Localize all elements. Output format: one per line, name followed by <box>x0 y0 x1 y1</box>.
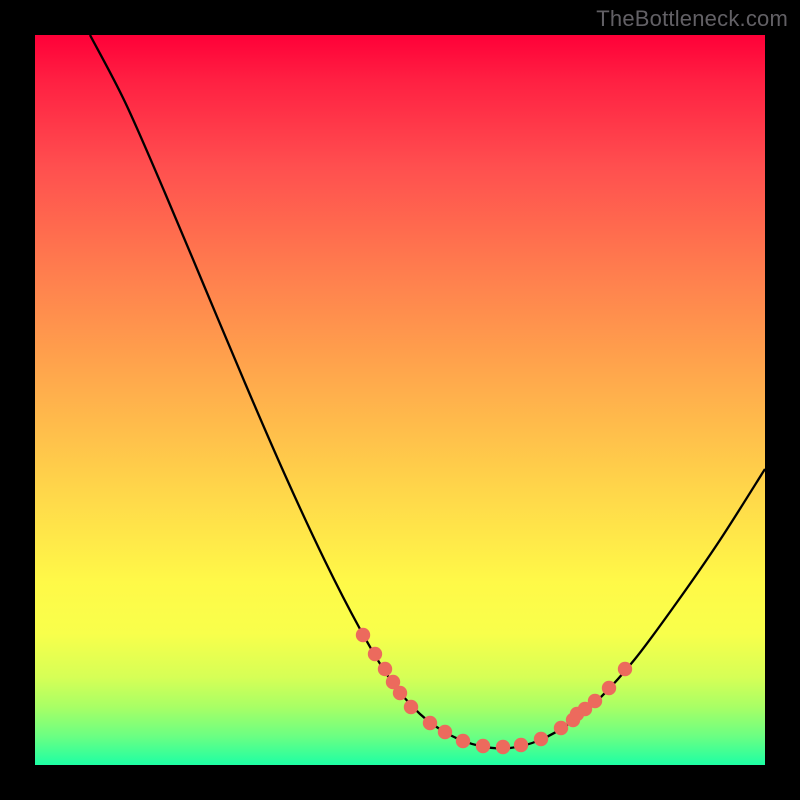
data-point <box>588 694 602 708</box>
bottleneck-curve <box>90 35 765 748</box>
data-point <box>456 734 470 748</box>
chart-svg <box>35 35 765 765</box>
watermark-text: TheBottleneck.com <box>596 6 788 32</box>
data-point <box>554 721 568 735</box>
data-point <box>378 662 392 676</box>
data-point <box>423 716 437 730</box>
chart-frame: TheBottleneck.com <box>0 0 800 800</box>
data-point <box>618 662 632 676</box>
data-point <box>570 707 584 721</box>
data-point <box>356 628 370 642</box>
data-point <box>476 739 490 753</box>
data-point <box>393 686 407 700</box>
data-point <box>534 732 548 746</box>
plot-area <box>35 35 765 765</box>
data-point <box>404 700 418 714</box>
data-point <box>514 738 528 752</box>
data-point <box>602 681 616 695</box>
data-point <box>496 740 510 754</box>
data-point <box>438 725 452 739</box>
data-points-group <box>356 628 632 754</box>
data-point <box>368 647 382 661</box>
